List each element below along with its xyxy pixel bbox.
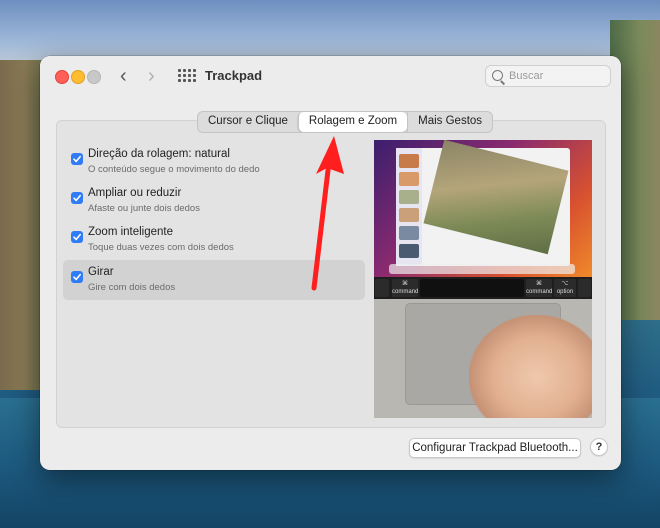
- preview-keyboard: ⌘ command ⌘ command ⌥ option: [374, 277, 592, 299]
- preview-thumbnail: [399, 190, 419, 204]
- preview-thumbnail: [399, 244, 419, 258]
- key-label: command: [392, 289, 419, 295]
- configure-bluetooth-trackpad-button[interactable]: Configurar Trackpad Bluetooth...: [409, 438, 581, 458]
- option-description: Toque duas vezes com dois dedos: [88, 242, 234, 253]
- option-title: Ampliar ou reduzir: [88, 187, 182, 199]
- key-label: command: [526, 289, 553, 295]
- preview-key-option: ⌥ option: [554, 279, 576, 297]
- preview-hand: [469, 315, 592, 418]
- preview-photos-app: [396, 140, 570, 266]
- option-title: Girar: [88, 266, 114, 278]
- preview-sidebar: [396, 148, 422, 266]
- preview-dock: [389, 264, 575, 274]
- minimize-button[interactable]: [71, 70, 85, 84]
- option-title: Zoom inteligente: [88, 226, 174, 238]
- preview-rotated-photo: [423, 140, 569, 255]
- checkbox-smart-zoom[interactable]: [71, 231, 83, 243]
- close-button[interactable]: [55, 70, 69, 84]
- help-button[interactable]: ?: [590, 438, 608, 456]
- option-title: Direção da rolagem: natural: [88, 148, 230, 160]
- forward-icon[interactable]: ›: [148, 66, 155, 86]
- preview-screen: [374, 140, 592, 277]
- back-icon[interactable]: ‹: [120, 66, 127, 86]
- preview-thumbnail: [399, 172, 419, 186]
- tab-mais-gestos[interactable]: Mais Gestos: [407, 112, 492, 132]
- window-title: Trackpad: [205, 68, 263, 83]
- preview-thumbnail: [399, 226, 419, 240]
- checkmark-icon: [73, 273, 81, 281]
- gesture-preview: ⌘ command ⌘ command ⌥ option: [374, 140, 592, 418]
- checkmark-icon: [73, 155, 81, 163]
- key-label: option: [556, 289, 574, 295]
- desktop-sky: [0, 0, 660, 60]
- preview-key: [375, 279, 389, 297]
- tab-cursor-e-clique[interactable]: Cursor e Clique: [198, 112, 298, 132]
- checkbox-scroll-direction[interactable]: [71, 153, 83, 165]
- checkbox-rotate[interactable]: [71, 271, 83, 283]
- zoom-button[interactable]: [87, 70, 101, 84]
- option-description: O conteúdo segue o movimento do dedo: [88, 164, 260, 175]
- grid-icon[interactable]: [178, 69, 196, 83]
- preview-key-command: ⌘ command: [392, 279, 419, 297]
- preview-key: [578, 279, 591, 297]
- option-description: Gire com dois dedos: [88, 282, 176, 293]
- option-description: Afaste ou junte dois dedos: [88, 203, 200, 214]
- search-input[interactable]: [509, 68, 605, 84]
- checkmark-icon: [73, 233, 81, 241]
- preview-thumbnail: [399, 154, 419, 168]
- search-icon: [492, 70, 503, 81]
- preview-thumbnail: [399, 208, 419, 222]
- tab-bar: Cursor e Clique Rolagem e Zoom Mais Gest…: [197, 111, 494, 133]
- checkbox-zoom-in-out[interactable]: [71, 192, 83, 204]
- checkmark-icon: [73, 194, 81, 202]
- preview-spacebar: [420, 279, 524, 297]
- search-field[interactable]: [485, 65, 611, 87]
- preview-key-command: ⌘ command: [526, 279, 553, 297]
- title-bar: ‹ › Trackpad: [40, 56, 621, 96]
- annotation-arrow: [311, 136, 344, 291]
